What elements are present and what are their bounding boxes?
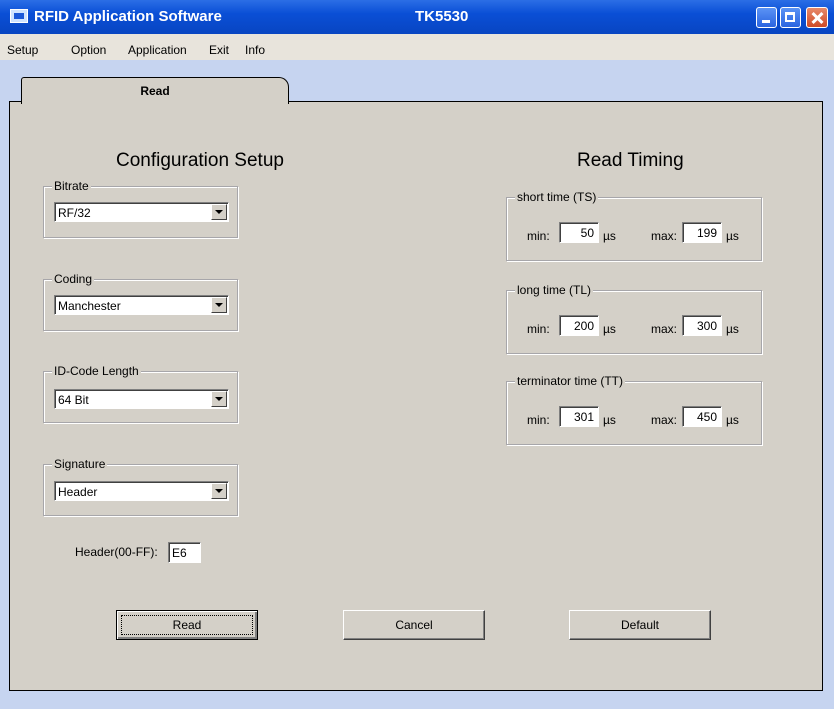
tab-read[interactable]: Read bbox=[21, 77, 289, 104]
tab-read-label: Read bbox=[140, 84, 170, 98]
bitrate-value: RF/32 bbox=[58, 206, 91, 220]
coding-value: Manchester bbox=[58, 299, 121, 313]
coding-group: Coding Manchester bbox=[43, 272, 238, 331]
short-time-group: short time (TS) min: 50 µs max: 199 µs bbox=[506, 190, 762, 261]
chevron-down-icon[interactable] bbox=[211, 204, 227, 220]
short-min-unit: µs bbox=[603, 229, 616, 243]
long-min-label: min: bbox=[527, 322, 550, 336]
terminator-time-label: terminator time (TT) bbox=[515, 374, 626, 388]
long-min-input[interactable]: 200 bbox=[559, 315, 599, 336]
terminator-time-group: terminator time (TT) min: 301 µs max: 45… bbox=[506, 374, 762, 445]
signature-label: Signature bbox=[52, 457, 108, 471]
menu-application[interactable]: Application bbox=[128, 43, 187, 57]
long-time-group: long time (TL) min: 200 µs max: 300 µs bbox=[506, 283, 762, 354]
app-icon bbox=[10, 9, 28, 23]
header-label: Header(00-FF): bbox=[75, 545, 158, 559]
coding-select[interactable]: Manchester bbox=[54, 295, 229, 315]
maximize-button[interactable] bbox=[780, 7, 801, 28]
bitrate-group: Bitrate RF/32 bbox=[43, 179, 238, 238]
cancel-button[interactable]: Cancel bbox=[343, 610, 485, 640]
default-button-label: Default bbox=[620, 618, 660, 632]
header-value: E6 bbox=[172, 546, 187, 560]
menu-info[interactable]: Info bbox=[245, 43, 265, 57]
terminator-max-label: max: bbox=[651, 413, 678, 427]
terminator-max-unit: µs bbox=[726, 413, 739, 427]
menu-option[interactable]: Option bbox=[71, 43, 106, 57]
id-length-label: ID-Code Length bbox=[52, 364, 141, 378]
id-length-select[interactable]: 64 Bit bbox=[54, 389, 229, 409]
chevron-down-icon[interactable] bbox=[211, 483, 227, 499]
title-bar[interactable]: RFID Application Software TK5530 bbox=[0, 0, 834, 34]
signature-select[interactable]: Header bbox=[54, 481, 229, 501]
long-max-input[interactable]: 300 bbox=[682, 315, 722, 336]
short-max-input[interactable]: 199 bbox=[682, 222, 722, 243]
bitrate-label: Bitrate bbox=[52, 179, 91, 193]
id-length-value: 64 Bit bbox=[58, 393, 89, 407]
long-max-unit: µs bbox=[726, 322, 739, 336]
long-min-unit: µs bbox=[603, 322, 616, 336]
short-max-unit: µs bbox=[726, 229, 739, 243]
header-input[interactable]: E6 bbox=[168, 542, 201, 563]
signature-value: Header bbox=[58, 485, 98, 499]
terminator-min-unit: µs bbox=[603, 413, 616, 427]
terminator-min-value: 301 bbox=[573, 410, 594, 424]
short-min-value: 50 bbox=[580, 226, 594, 240]
menu-exit[interactable]: Exit bbox=[209, 43, 229, 57]
close-button[interactable] bbox=[806, 7, 828, 28]
tab-panel: Configuration Setup Bitrate RF/32 Coding… bbox=[9, 101, 823, 691]
window-model-label: TK5530 bbox=[415, 8, 469, 25]
timing-title: Read Timing bbox=[577, 150, 684, 171]
long-max-value: 300 bbox=[696, 319, 717, 333]
long-max-label: max: bbox=[651, 322, 678, 336]
coding-label: Coding bbox=[52, 272, 95, 286]
id-length-group: ID-Code Length 64 Bit bbox=[43, 364, 238, 423]
short-time-label: short time (TS) bbox=[515, 190, 599, 204]
short-max-label: max: bbox=[651, 229, 678, 243]
cancel-button-label: Cancel bbox=[395, 618, 433, 632]
terminator-min-label: min: bbox=[527, 413, 550, 427]
read-button[interactable]: Read bbox=[116, 610, 258, 640]
menu-bar: Setup Option Application Exit Info bbox=[0, 34, 834, 60]
short-min-label: min: bbox=[527, 229, 550, 243]
bitrate-select[interactable]: RF/32 bbox=[54, 202, 229, 222]
focus-rect bbox=[121, 615, 253, 635]
terminator-max-input[interactable]: 450 bbox=[682, 406, 722, 427]
short-min-input[interactable]: 50 bbox=[559, 222, 599, 243]
minimize-button[interactable] bbox=[756, 7, 777, 28]
chevron-down-icon[interactable] bbox=[211, 297, 227, 313]
chevron-down-icon[interactable] bbox=[211, 391, 227, 407]
terminator-min-input[interactable]: 301 bbox=[559, 406, 599, 427]
signature-group: Signature Header bbox=[43, 457, 238, 516]
terminator-max-value: 450 bbox=[696, 410, 717, 424]
default-button[interactable]: Default bbox=[569, 610, 711, 640]
window-title: RFID Application Software bbox=[34, 8, 222, 25]
short-max-value: 199 bbox=[696, 226, 717, 240]
menu-setup[interactable]: Setup bbox=[7, 43, 38, 57]
long-time-label: long time (TL) bbox=[515, 283, 594, 297]
config-title: Configuration Setup bbox=[116, 150, 284, 171]
long-min-value: 200 bbox=[573, 319, 594, 333]
